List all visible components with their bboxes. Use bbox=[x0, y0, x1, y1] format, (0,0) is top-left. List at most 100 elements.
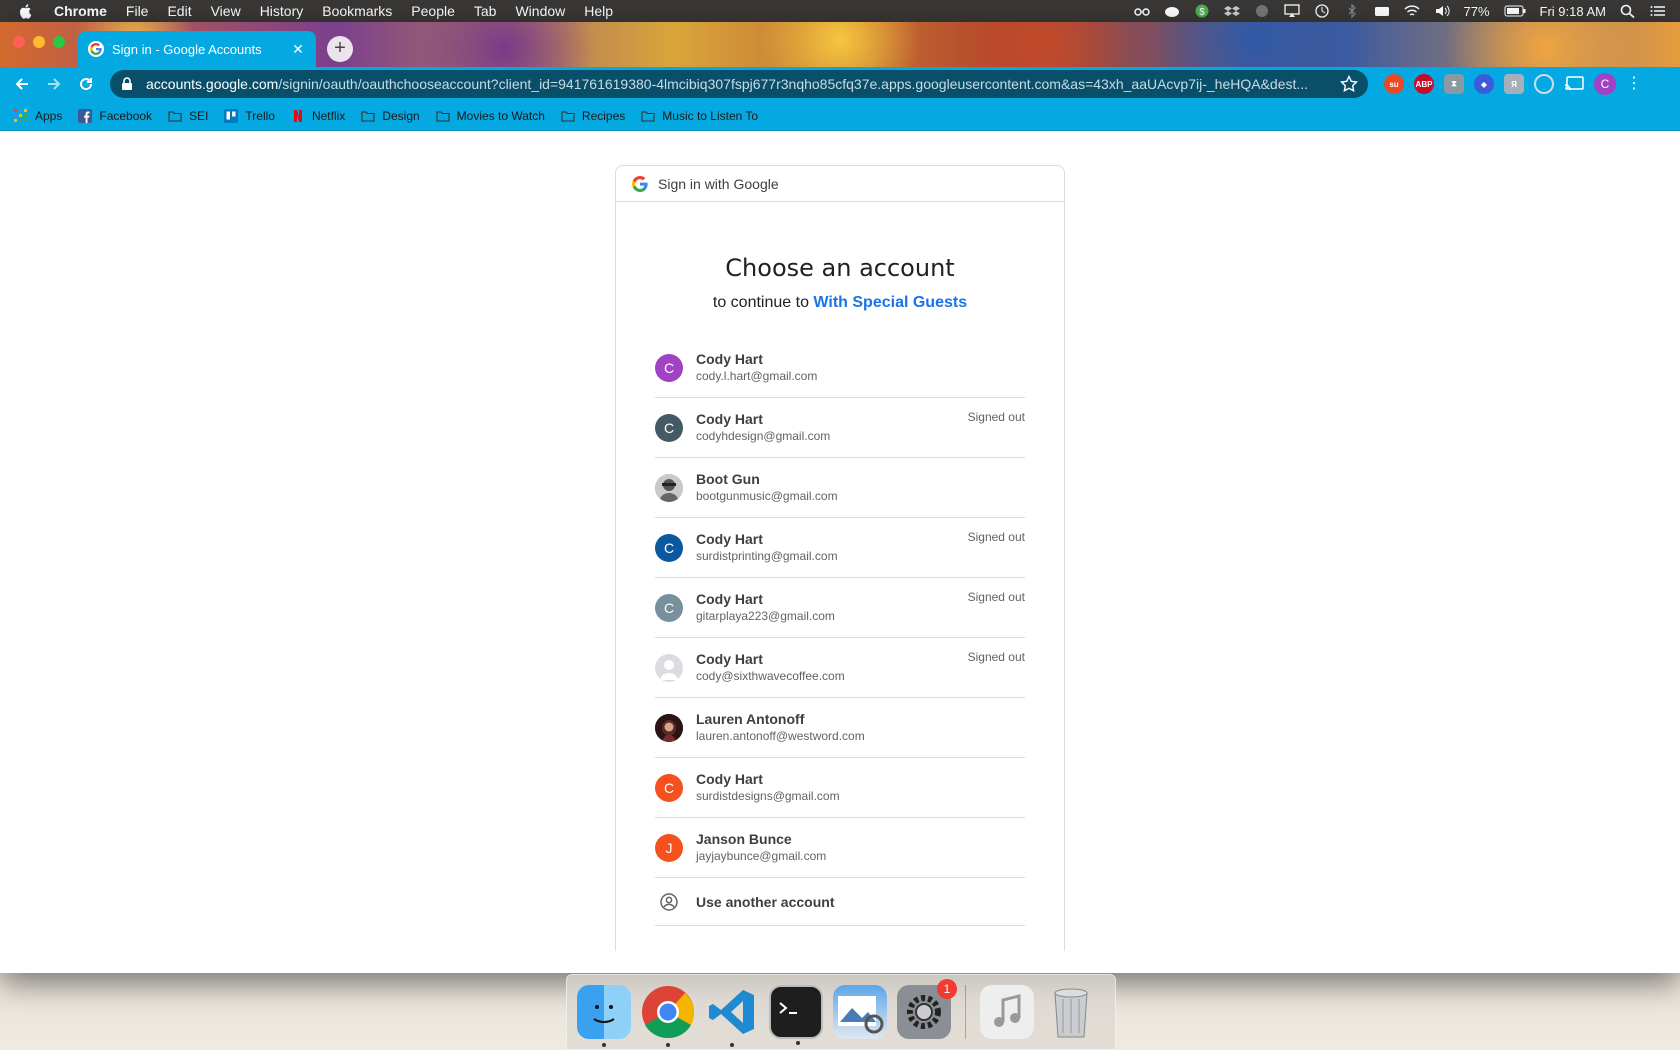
bookmark-trello[interactable]: Trello bbox=[224, 108, 275, 123]
creative-cloud-icon[interactable] bbox=[1164, 4, 1180, 18]
close-window-button[interactable] bbox=[13, 36, 25, 48]
forward-button[interactable] bbox=[40, 70, 68, 98]
dock-terminal[interactable] bbox=[769, 985, 823, 1045]
bookmarks-bar: Apps Facebook SEI Trello Netflix Design … bbox=[0, 101, 1680, 131]
account-row[interactable]: C Cody Hart surdistprinting@gmail.com Si… bbox=[655, 518, 1025, 578]
shield-extension-icon[interactable]: ◆ bbox=[1474, 74, 1494, 94]
menubar-status-area: $ 77% Fri 9:18 AM bbox=[1133, 4, 1680, 19]
account-row[interactable]: C Cody Hart gitarplaya223@gmail.com Sign… bbox=[655, 578, 1025, 638]
timer-extension-icon[interactable]: ⧗ bbox=[1444, 74, 1464, 94]
bookmark-folder-movies[interactable]: Movies to Watch bbox=[436, 109, 545, 123]
adblock-plus-extension-icon[interactable]: ABP bbox=[1414, 74, 1434, 94]
facebook-icon bbox=[78, 108, 93, 123]
battery-icon[interactable] bbox=[1504, 4, 1526, 18]
airplay-icon[interactable] bbox=[1283, 4, 1300, 18]
bookmark-folder-sei[interactable]: SEI bbox=[168, 109, 208, 123]
wifi-icon[interactable] bbox=[1403, 4, 1420, 18]
menu-bookmarks[interactable]: Bookmarks bbox=[322, 3, 392, 19]
bookmark-folder-design[interactable]: Design bbox=[361, 109, 420, 123]
close-tab-icon[interactable]: ✕ bbox=[290, 41, 306, 57]
menubar-clock[interactable]: Fri 9:18 AM bbox=[1540, 4, 1606, 19]
account-text: Boot Gun bootgunmusic@gmail.com bbox=[696, 471, 838, 504]
bookmark-apps[interactable]: Apps bbox=[14, 108, 62, 123]
bookmark-netflix[interactable]: Netflix bbox=[291, 109, 345, 123]
stumbleupon-extension-icon[interactable]: su bbox=[1384, 74, 1404, 94]
cast-icon[interactable] bbox=[1564, 76, 1584, 92]
google-favicon-icon bbox=[88, 41, 104, 57]
menu-history[interactable]: History bbox=[260, 3, 304, 19]
bookmark-folder-recipes[interactable]: Recipes bbox=[561, 109, 625, 123]
spotlight-search-icon[interactable] bbox=[1620, 4, 1636, 18]
menu-help[interactable]: Help bbox=[584, 3, 613, 19]
dock-trash[interactable] bbox=[1044, 985, 1098, 1039]
account-email: gitarplaya223@gmail.com bbox=[696, 609, 835, 623]
folder-icon bbox=[361, 110, 375, 122]
time-machine-icon[interactable] bbox=[1314, 4, 1330, 18]
menu-tab[interactable]: Tab bbox=[474, 3, 497, 19]
dock-chrome[interactable] bbox=[641, 985, 695, 1047]
account-row[interactable]: C Cody Hart cody.l.hart@gmail.com bbox=[655, 338, 1025, 398]
minimize-window-button[interactable] bbox=[33, 36, 45, 48]
avatar: C bbox=[655, 533, 683, 562]
account-row[interactable]: J Janson Bunce jayjaybunce@gmail.com bbox=[655, 818, 1025, 878]
url-text: accounts.google.com/signin/oauth/oauthch… bbox=[146, 76, 1332, 92]
notification-center-icon[interactable] bbox=[1650, 4, 1666, 18]
avatar-photo bbox=[655, 713, 683, 742]
record-icon[interactable] bbox=[1254, 4, 1270, 18]
dock-preview[interactable] bbox=[833, 985, 887, 1039]
menu-window[interactable]: Window bbox=[515, 3, 565, 19]
fullscreen-window-button[interactable] bbox=[53, 36, 65, 48]
menu-file[interactable]: File bbox=[126, 3, 149, 19]
dock-system-preferences[interactable]: 1 bbox=[897, 979, 957, 1039]
lock-icon[interactable] bbox=[120, 77, 134, 91]
arrow-right-icon bbox=[48, 78, 61, 90]
keyboard-icon[interactable] bbox=[1374, 4, 1390, 18]
volume-icon[interactable] bbox=[1434, 4, 1450, 18]
profile-avatar[interactable]: C bbox=[1594, 73, 1616, 95]
running-indicator bbox=[796, 1041, 800, 1045]
dock-finder[interactable] bbox=[577, 985, 631, 1047]
menu-app-name[interactable]: Chrome bbox=[54, 3, 107, 19]
dock-music[interactable] bbox=[980, 985, 1034, 1039]
account-name: Cody Hart bbox=[696, 531, 763, 547]
apps-grid-icon bbox=[14, 108, 27, 122]
back-button[interactable] bbox=[8, 70, 36, 98]
reload-button[interactable] bbox=[72, 70, 100, 98]
avatar: J bbox=[655, 833, 683, 862]
address-bar[interactable]: accounts.google.com/signin/oauth/oauthch… bbox=[110, 70, 1368, 98]
account-row[interactable]: Cody Hart cody@sixthwavecoffee.com Signe… bbox=[655, 638, 1025, 698]
bluetooth-icon[interactable] bbox=[1344, 4, 1360, 18]
signin-card: Sign in with Google Choose an account to… bbox=[615, 165, 1065, 951]
finder-icon bbox=[593, 1005, 615, 1023]
sync-extension-icon[interactable] bbox=[1534, 74, 1554, 94]
chrome-menu-icon[interactable]: ⋮ bbox=[1626, 74, 1642, 94]
library-extension-icon[interactable]: Я bbox=[1504, 74, 1524, 94]
dock-vscode[interactable] bbox=[705, 985, 759, 1047]
account-email: cody@sixthwavecoffee.com bbox=[696, 669, 845, 683]
menu-edit[interactable]: Edit bbox=[167, 3, 191, 19]
avatar-default bbox=[655, 653, 683, 682]
dropbox-icon[interactable] bbox=[1223, 4, 1240, 18]
menu-view[interactable]: View bbox=[211, 3, 241, 19]
account-row[interactable]: C Cody Hart surdistdesigns@gmail.com bbox=[655, 758, 1025, 818]
dollar-icon[interactable]: $ bbox=[1194, 4, 1210, 18]
bookmark-folder-music[interactable]: Music to Listen To bbox=[641, 109, 758, 123]
new-tab-button[interactable]: + bbox=[327, 36, 353, 62]
bookmark-star-icon[interactable] bbox=[1340, 75, 1358, 93]
active-tab[interactable]: Sign in - Google Accounts ✕ bbox=[78, 31, 316, 67]
vscode-icon bbox=[709, 990, 754, 1034]
menu-people[interactable]: People bbox=[411, 3, 455, 19]
bookmark-facebook[interactable]: Facebook bbox=[78, 108, 152, 123]
folder-icon bbox=[641, 110, 655, 122]
account-row[interactable]: Boot Gun bootgunmusic@gmail.com bbox=[655, 458, 1025, 518]
glasses-icon[interactable] bbox=[1133, 4, 1150, 18]
account-name: Janson Bunce bbox=[696, 831, 792, 847]
apple-menu-icon[interactable] bbox=[18, 3, 34, 19]
app-name-link[interactable]: With Special Guests bbox=[813, 294, 967, 311]
account-name: Cody Hart bbox=[696, 351, 763, 367]
gear-icon bbox=[907, 995, 941, 1029]
use-another-account-button[interactable]: Use another account bbox=[655, 878, 1025, 926]
account-row[interactable]: C Cody Hart codyhdesign@gmail.com Signed… bbox=[655, 398, 1025, 458]
reload-icon bbox=[80, 78, 93, 91]
account-row[interactable]: Lauren Antonoff lauren.antonoff@westword… bbox=[655, 698, 1025, 758]
